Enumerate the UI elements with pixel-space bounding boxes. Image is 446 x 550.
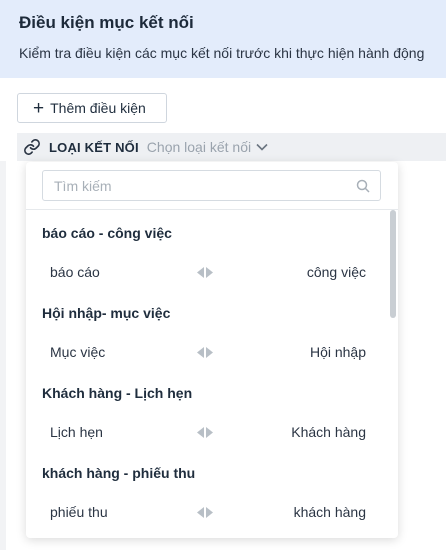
header: Điều kiện mục kết nối Kiểm tra điều kiện… [0,0,446,78]
arrow-left-icon [197,267,204,278]
arrow-left-icon [197,427,204,438]
arrow-left-icon [197,507,204,518]
bidirectional-arrows [197,267,213,278]
group-title: Hội nhập- mục việc [42,305,171,321]
connection-type-bar: LOẠI KẾT NỐI Chọn loại kết nối [17,133,446,161]
left-entity: Mục việc [50,344,106,360]
right-entity: Khách hàng [291,424,366,440]
arrow-right-icon [206,267,213,278]
add-condition-button[interactable]: + Thêm điều kiện [17,93,167,123]
connection-type-select[interactable]: Chọn loại kết nối [147,139,268,155]
right-entity: Hội nhập [309,344,366,360]
connection-type-dropdown: Tìm kiếm báo cáo - công việc báo cáo côn… [26,162,398,538]
plus-icon: + [33,97,45,119]
chevron-down-icon [256,143,268,151]
left-entity: báo cáo [50,264,100,280]
search-placeholder: Tìm kiếm [54,178,112,194]
connection-type-placeholder: Chọn loại kết nối [146,139,252,155]
search-input[interactable]: Tìm kiếm [42,170,381,201]
list-item[interactable]: phiếu thu khách hàng [26,499,386,527]
list-item[interactable]: báo cáo công việc [26,259,386,287]
arrow-right-icon [206,427,213,438]
background-panel-edge [0,161,6,550]
left-entity: Lịch hẹn [50,424,103,440]
connection-type-label: LOẠI KẾT NỐI [49,139,139,155]
page-subtitle: Kiểm tra điều kiện các mục kết nối trước… [19,45,425,61]
arrow-left-icon [197,347,204,358]
search-icon [356,179,370,193]
bidirectional-arrows [197,347,213,358]
page-title: Điều kiện mục kết nối [19,13,194,32]
bidirectional-arrows [197,427,213,438]
list-item[interactable]: Lịch hẹn Khách hàng [26,419,386,447]
left-entity: phiếu thu [50,504,108,520]
right-entity: khách hàng [293,504,366,520]
group-title: khách hàng - phiếu thu [42,465,196,481]
group-title: báo cáo - công việc [42,225,172,241]
divider [26,209,398,210]
group-title: Khách hàng - Lịch hẹn [42,385,193,401]
right-entity: công việc [306,264,366,280]
bidirectional-arrows [197,507,213,518]
dropdown-scrollbar[interactable] [388,210,398,538]
link-icon [24,139,40,155]
add-condition-label: Thêm điều kiện [50,100,146,116]
arrow-right-icon [206,507,213,518]
scrollbar-thumb[interactable] [390,210,396,318]
arrow-right-icon [206,347,213,358]
list-item[interactable]: Mục việc Hội nhập [26,339,386,367]
